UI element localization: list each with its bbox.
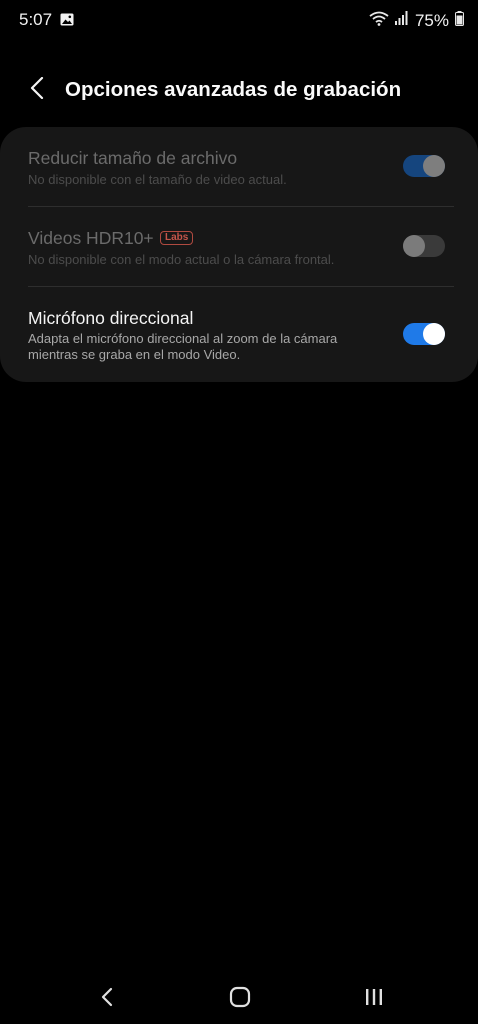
setting-directional-mic[interactable]: Micrófono direccional Adapta el micrófon… xyxy=(0,287,478,382)
toggle-knob xyxy=(423,323,445,345)
directional-mic-toggle[interactable] xyxy=(403,323,445,345)
recents-icon xyxy=(364,987,384,1012)
page-title: Opciones avanzadas de grabación xyxy=(65,78,402,101)
toggle-knob xyxy=(403,235,425,257)
back-button[interactable] xyxy=(24,76,50,104)
setting-title: Micrófono direccional xyxy=(28,308,194,328)
setting-title: Reducir tamaño de archivo xyxy=(28,148,238,168)
nav-back-button[interactable] xyxy=(92,984,122,1014)
chevron-left-icon xyxy=(30,76,44,104)
settings-card: Reducir tamaño de archivo No disponible … xyxy=(0,127,478,382)
hdr10-toggle[interactable] xyxy=(403,235,445,257)
status-right: 75% xyxy=(369,10,464,31)
toggle-knob xyxy=(423,155,445,177)
setting-title: Videos HDR10+ xyxy=(28,228,154,248)
battery-icon xyxy=(455,10,464,31)
setting-reduce-file-size[interactable]: Reducir tamaño de archivo No disponible … xyxy=(0,127,478,207)
labs-badge: Labs xyxy=(160,231,194,245)
back-icon xyxy=(101,987,113,1012)
setting-subtitle: No disponible con el tamaño de video act… xyxy=(28,172,287,187)
gallery-icon xyxy=(60,13,74,26)
nav-recents-button[interactable] xyxy=(359,984,389,1014)
setting-subtitle: No disponible con el modo actual o la cá… xyxy=(28,252,335,267)
status-bar: 5:07 75% xyxy=(0,0,478,40)
header: Opciones avanzadas de grabación xyxy=(0,72,478,108)
navigation-bar xyxy=(0,968,478,1024)
setting-hdr10-videos[interactable]: Videos HDR10+ Labs No disponible con el … xyxy=(0,207,478,287)
nav-home-button[interactable] xyxy=(225,984,255,1014)
battery-text: 75% xyxy=(414,10,449,30)
reduce-file-size-toggle[interactable] xyxy=(403,155,445,177)
setting-subtitle: Adapta el micrófono direccional al zoom … xyxy=(28,331,338,362)
status-time: 5:07 xyxy=(19,10,53,29)
signal-icon xyxy=(394,11,409,30)
wifi-icon xyxy=(369,10,389,31)
home-icon xyxy=(229,986,251,1013)
